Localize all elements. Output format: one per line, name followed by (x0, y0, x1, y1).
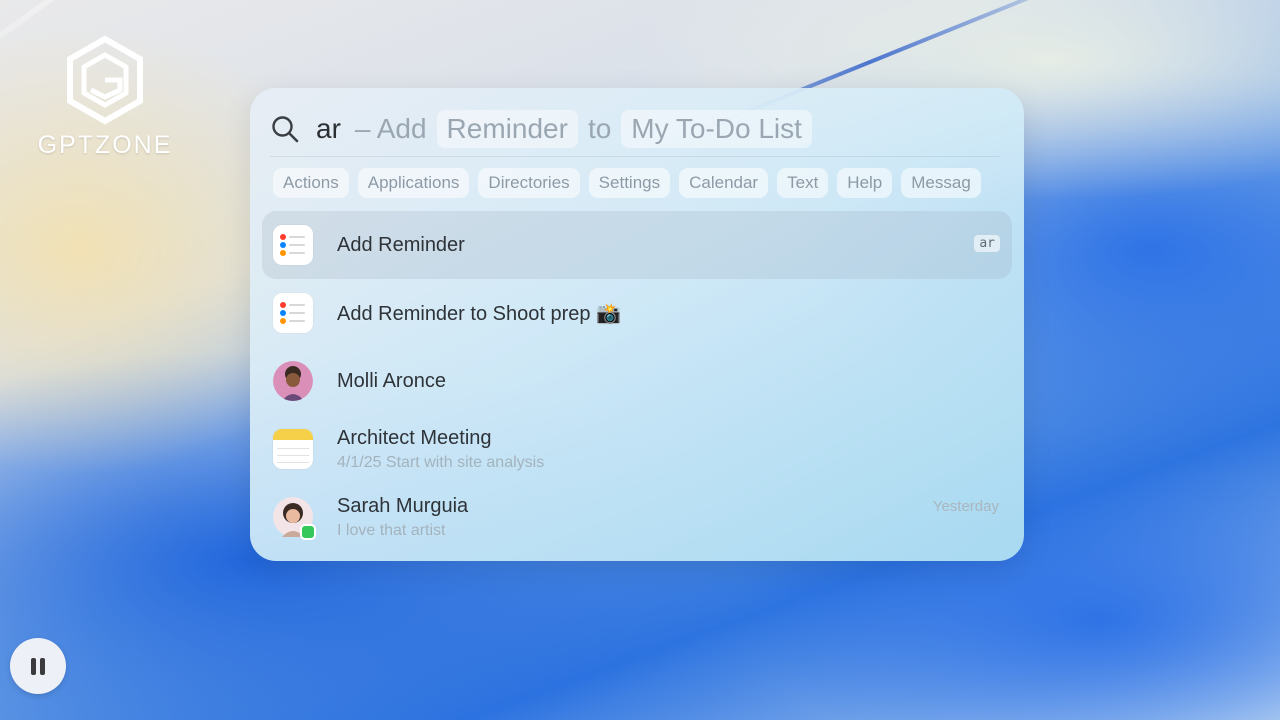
result-message-sarah-murguia[interactable]: Sarah Murguia I love that artist Yesterd… (262, 483, 1012, 551)
result-title: Sarah Murguia (337, 494, 469, 517)
suggestion-dash-add: – Add (354, 113, 427, 144)
shortcut-badge: ar (974, 235, 1000, 252)
spotlight-panel: ar – Add Reminder to My To-Do List Actio… (250, 88, 1024, 561)
suggestion-action-token[interactable]: Reminder (436, 110, 578, 148)
notes-app-icon (273, 429, 313, 469)
suggestion-to: to (587, 113, 612, 144)
filter-calendar[interactable]: Calendar (679, 168, 769, 198)
messages-badge-icon (300, 524, 316, 540)
messages-avatar (273, 497, 316, 540)
result-contact-molli-aronce[interactable]: Molli Aronce (262, 347, 1012, 415)
result-title: Add Reminder to Shoot prep 📸 (337, 302, 621, 325)
pause-button[interactable] (10, 638, 66, 694)
results-list: Add Reminder ar Add Reminder to Shoot pr… (262, 211, 1012, 551)
result-subtitle: I love that artist (337, 521, 446, 539)
result-title: Add Reminder (337, 233, 465, 256)
logo-text: GPTZONE (37, 131, 173, 159)
filter-actions[interactable]: Actions (273, 168, 349, 198)
filter-applications[interactable]: Applications (357, 168, 470, 198)
pause-icon (31, 657, 36, 675)
divider (270, 156, 1000, 157)
filter-text[interactable]: Text (777, 168, 829, 198)
result-title: Molli Aronce (337, 369, 446, 392)
hexagon-logo-icon (67, 35, 143, 125)
filter-settings[interactable]: Settings (588, 168, 671, 198)
search-icon (272, 116, 299, 143)
reminders-app-icon (273, 293, 313, 333)
result-add-reminder[interactable]: Add Reminder ar (262, 211, 1012, 279)
search-query[interactable]: ar (316, 113, 341, 145)
result-note-architect-meeting[interactable]: Architect Meeting 4/1/25 Start with site… (262, 415, 1012, 483)
filter-help[interactable]: Help (837, 168, 893, 198)
result-title: Architect Meeting (337, 426, 492, 449)
result-subtitle: 4/1/25 Start with site analysis (337, 453, 545, 471)
filter-bar: Actions Applications Directories Setting… (273, 168, 1024, 198)
result-timestamp: Yesterday (932, 498, 999, 515)
reminders-app-icon (273, 225, 313, 265)
suggestion-target-token[interactable]: My To-Do List (621, 110, 812, 148)
search-bar[interactable]: ar – Add Reminder to My To-Do List (270, 102, 1004, 156)
result-add-reminder-shoot-prep[interactable]: Add Reminder to Shoot prep 📸 (262, 279, 1012, 347)
gptzone-logo: GPTZONE (30, 35, 180, 160)
memoji-avatar-icon (273, 361, 313, 401)
filter-directories[interactable]: Directories (478, 168, 580, 198)
filter-messages[interactable]: Messag (901, 168, 981, 198)
